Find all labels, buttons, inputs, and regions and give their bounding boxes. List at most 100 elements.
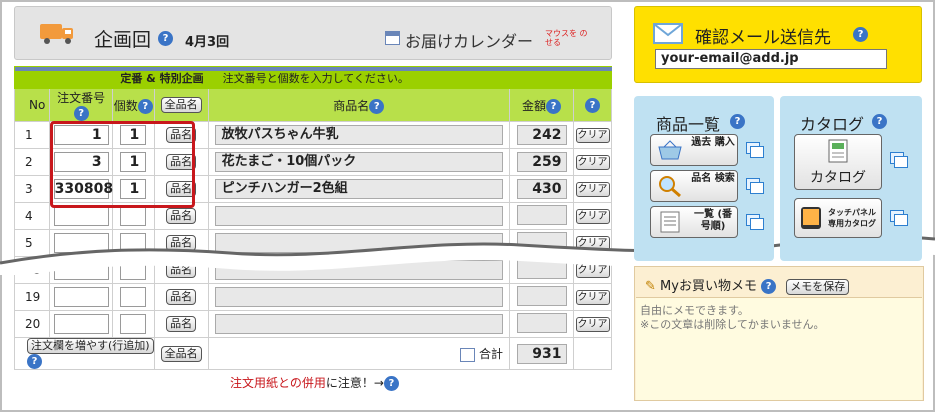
- help-icon[interactable]: ?: [730, 114, 745, 129]
- product-name-cell: ピンチハンガー2色組: [207, 175, 511, 203]
- add-rows-cell: 注文欄を増やす(行追加) ?: [14, 337, 155, 370]
- help-icon[interactable]: ?: [27, 354, 42, 369]
- product-name-field: ピンチハンガー2色組: [214, 179, 503, 199]
- touch-catalog-label: タッチパネル 専用カタログ: [828, 208, 876, 228]
- clear-button[interactable]: クリア: [575, 128, 610, 143]
- order-code-input[interactable]: [53, 206, 109, 226]
- price-cell: [509, 310, 574, 338]
- col-price-label: 金額: [521, 98, 546, 113]
- help-icon[interactable]: ?: [137, 98, 153, 114]
- add-rows-button[interactable]: 注文欄を増やす(行追加): [27, 338, 154, 354]
- name-search-button[interactable]: 品名 検索: [650, 170, 738, 202]
- product-name-field: [214, 287, 503, 307]
- catalog-title: カタログ: [800, 115, 865, 134]
- clear-button[interactable]: クリア: [575, 209, 610, 224]
- product-name-button[interactable]: 品名: [166, 208, 197, 224]
- product-name-cell: [207, 283, 511, 311]
- price-cell: 259: [509, 148, 574, 176]
- order-code-input[interactable]: [53, 287, 109, 307]
- help-icon[interactable]: ?: [546, 98, 561, 114]
- clear-button[interactable]: クリア: [575, 290, 610, 305]
- combined-use-red: 注文用紙との併用: [230, 376, 326, 390]
- help-icon[interactable]: ?: [585, 97, 600, 113]
- clear-button[interactable]: クリア: [575, 155, 610, 170]
- product-name-cell: 花たまご・10個パック: [207, 148, 511, 176]
- basket-icon: [658, 140, 682, 160]
- delivery-calendar-link[interactable]: お届けカレンダー: [405, 28, 533, 52]
- order-code-input[interactable]: [53, 314, 109, 334]
- product-name-field: [214, 314, 503, 334]
- memo-textarea[interactable]: 自由にメモできます。 ※この文章は削除してかまいません。: [636, 297, 922, 400]
- quantity-cell: [111, 283, 155, 311]
- mail-title: 確認メール送信先: [695, 28, 831, 48]
- email-field[interactable]: your-email@add.jp: [655, 49, 887, 69]
- memo-header: ✎ Myお買い物メモ ? メモを保存: [645, 275, 850, 295]
- quantity-input[interactable]: [120, 206, 147, 226]
- save-memo-button[interactable]: メモを保存: [786, 279, 850, 295]
- new-window-icon[interactable]: [890, 152, 908, 168]
- envelope-icon: [653, 23, 683, 44]
- memo-title: Myお買い物メモ: [660, 279, 757, 294]
- help-icon[interactable]: ?: [158, 31, 173, 46]
- product-list-title: 商品一覧: [656, 115, 721, 134]
- table-footer-row: 注文欄を増やす(行追加) ? 全品名 合計 931: [14, 337, 612, 370]
- catalog-button[interactable]: カタログ: [794, 134, 882, 190]
- all-names-footer-cell: 全品名: [153, 337, 209, 370]
- all-names-button-footer[interactable]: 全品名: [160, 345, 202, 362]
- calendar-icon[interactable]: [385, 31, 400, 45]
- col-qty-label: 個数: [113, 98, 138, 113]
- row-number: 1: [13, 121, 51, 149]
- price-cell: [509, 283, 574, 311]
- truck-icon: [40, 24, 73, 44]
- price-cell: 430: [509, 175, 574, 203]
- help-icon[interactable]: ?: [853, 27, 868, 42]
- row-number: 19: [13, 283, 51, 311]
- help-icon[interactable]: ?: [369, 98, 385, 114]
- clear-button[interactable]: クリア: [575, 182, 610, 197]
- row-number: 20: [13, 310, 51, 338]
- table-row: 19 品名 クリア: [13, 283, 612, 311]
- help-icon[interactable]: ?: [872, 114, 887, 129]
- col-code-label: 注文番号: [57, 91, 106, 105]
- clear-cell: クリア: [573, 310, 612, 338]
- past-purchase-button[interactable]: 過去 購入: [650, 134, 738, 166]
- quantity-input[interactable]: [120, 287, 147, 307]
- catalog-panel: カタログ ? カタログ タッチパネル 専用カタログ: [780, 96, 922, 261]
- product-name-button[interactable]: 品名: [166, 316, 197, 332]
- product-list-panel: 商品一覧 ? 過去 購入 品名 検索 一覧 (番号順): [634, 96, 774, 261]
- help-icon[interactable]: ?: [761, 279, 777, 294]
- product-name-cell: 放牧パスちゃん牛乳: [207, 121, 511, 149]
- list-by-number-label: 一覧 (番号順): [693, 209, 733, 232]
- memo-placeholder-line2: ※この文章は削除してかまいません。: [640, 318, 825, 331]
- name-button-cell: 品名: [153, 310, 209, 338]
- new-window-icon[interactable]: [890, 210, 908, 226]
- col-allnames-header: 全品名: [153, 88, 209, 122]
- total-value: 931: [516, 343, 567, 364]
- col-clear-header: ?: [573, 88, 612, 122]
- confirmation-mail-panel: 確認メール送信先 ? your-email@add.jp: [634, 6, 922, 83]
- clear-cell: クリア: [573, 175, 612, 203]
- new-window-icon[interactable]: [746, 142, 764, 158]
- catalog-book-icon: [828, 139, 848, 163]
- col-qty-header: 個数?: [111, 88, 155, 122]
- list-by-number-button[interactable]: 一覧 (番号順): [650, 206, 738, 238]
- help-icon[interactable]: ?: [73, 106, 89, 121]
- col-no-header: No: [13, 88, 51, 122]
- new-window-icon[interactable]: [746, 178, 764, 194]
- price-cell: 242: [509, 121, 574, 149]
- highlight-box: [50, 121, 195, 208]
- price-field: [516, 312, 567, 333]
- quantity-input[interactable]: [120, 314, 147, 334]
- shopping-memo-panel: ✎ Myお買い物メモ ? メモを保存 自由にメモできます。 ※この文章は削除して…: [634, 266, 924, 401]
- new-window-icon[interactable]: [746, 214, 764, 230]
- quantity-cell: [111, 310, 155, 338]
- help-icon[interactable]: ?: [383, 376, 399, 391]
- empty-cell: [573, 337, 612, 370]
- table-header-row: No 注文番号? 個数? 全品名 商品名? 金額? ?: [13, 88, 612, 122]
- clear-button[interactable]: クリア: [575, 317, 610, 332]
- all-names-button[interactable]: 全品名: [160, 97, 202, 113]
- order-code-cell: [49, 283, 113, 311]
- product-name-button[interactable]: 品名: [166, 289, 197, 305]
- col-name-label: 商品名: [333, 98, 370, 113]
- touch-catalog-button[interactable]: タッチパネル 専用カタログ: [794, 198, 882, 238]
